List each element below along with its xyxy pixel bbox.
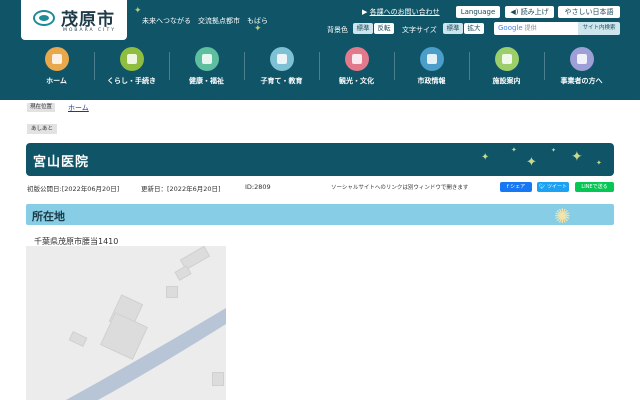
- nav-label: 観光・文化: [339, 77, 374, 85]
- language-button[interactable]: Language: [456, 6, 500, 18]
- nav-label: 事業者の方へ: [560, 77, 603, 85]
- star-icon: ✦: [596, 159, 602, 167]
- google-logo: Google: [498, 24, 523, 32]
- header-wave: [0, 92, 640, 99]
- facebook-share-button[interactable]: f シェア: [500, 182, 532, 192]
- page-id: ID:2809: [245, 183, 271, 191]
- logo-text: 茂原市: [61, 10, 115, 30]
- updated-date: 更新日：[2022年6月20日]: [141, 185, 221, 193]
- sparkle-icon: ✦: [134, 6, 142, 16]
- business-icon: [569, 47, 594, 71]
- background-invert-button[interactable]: 反転: [374, 23, 394, 34]
- tagline-part: もばら: [247, 17, 268, 25]
- breadcrumb-home-link[interactable]: ホーム: [68, 103, 89, 113]
- background-color-label: 背景色: [327, 26, 348, 34]
- background-standard-button[interactable]: 標準: [353, 23, 373, 34]
- nav-item-health[interactable]: 健康・福祉: [169, 44, 244, 90]
- twitter-tweet-button[interactable]: 🐦︎ ツイート: [537, 182, 569, 192]
- nav-item-facilities[interactable]: 施設案内: [469, 44, 544, 90]
- inquiry-link[interactable]: ▶ 各課へのお問い合わせ: [362, 7, 440, 17]
- site-search-button[interactable]: サイト内検索: [578, 22, 620, 35]
- logo-subtext: MOBARA CITY: [63, 28, 117, 33]
- nav-item-childcare[interactable]: 子育て・教育: [244, 44, 319, 90]
- easy-japanese-button[interactable]: やさしい日本語: [558, 6, 620, 18]
- map-river: [66, 308, 226, 400]
- search-input[interactable]: Google 提供: [494, 22, 578, 35]
- flower-icon: [344, 47, 369, 71]
- section-heading-bar: 所在地 ✺: [26, 204, 614, 225]
- read-aloud-label: 読み上げ: [520, 8, 549, 16]
- location-map[interactable]: [26, 246, 226, 400]
- star-icon: ✦: [551, 147, 557, 154]
- nav-label: 子育て・教育: [260, 77, 303, 85]
- nav-item-business[interactable]: 事業者の方へ: [544, 44, 619, 90]
- speaker-icon: ◀): [510, 8, 519, 16]
- page-title-bar: 宮山医院 ✦ ✦ ✦ ✦ ✦ ✦ ✦: [26, 143, 614, 176]
- living-icon: [119, 47, 144, 71]
- nav-item-city-info[interactable]: 市政情報: [394, 44, 469, 90]
- tagline-part: 未来へつながる: [142, 17, 191, 25]
- sun-icon: ✺: [554, 204, 571, 225]
- text-size-standard-button[interactable]: 標準: [443, 23, 463, 34]
- star-icon: ✦: [571, 149, 583, 165]
- text-size-label: 文字サイズ: [402, 26, 437, 34]
- nav-label: 施設案内: [492, 77, 521, 85]
- breadcrumb-label: 現在位置: [27, 103, 56, 112]
- section-title: 所在地: [32, 210, 65, 223]
- building-icon: [494, 47, 519, 71]
- text-size-large-button[interactable]: 拡大: [464, 23, 484, 34]
- nav-item-tourism[interactable]: 観光・文化: [319, 44, 394, 90]
- home-icon: [44, 47, 69, 71]
- nav-item-home[interactable]: ホーム: [19, 44, 94, 90]
- facebook-share-label: シェア: [510, 184, 526, 190]
- line-send-button[interactable]: LINEで送る: [575, 182, 614, 192]
- sns-note: ソーシャルサイトへのリンクは別ウィンドウで開きます: [331, 185, 469, 191]
- nav-label: ホーム: [46, 77, 67, 85]
- site-header: 茂原市 MOBARA CITY ✦ ✦ 未来へつながる 交流拠点都市 もばら ▶ 各…: [0, 0, 640, 100]
- childcare-icon: [269, 47, 294, 71]
- read-aloud-button[interactable]: ◀) 読み上げ: [505, 6, 554, 18]
- search-placeholder: 提供: [524, 25, 537, 32]
- nav-label: 健康・福祉: [189, 77, 224, 85]
- nav-item-living[interactable]: くらし・手続き: [94, 44, 169, 90]
- nav-label: 市政情報: [417, 77, 446, 85]
- city-tagline: 未来へつながる 交流拠点都市 もばら: [142, 16, 275, 26]
- star-icon: ✦: [526, 155, 537, 170]
- city-info-icon: [419, 47, 444, 71]
- published-date: 初版公開日:[2022年06月20日]: [27, 185, 120, 193]
- twitter-icon: 🐦︎: [539, 184, 546, 190]
- page-title: 宮山医院: [33, 155, 90, 170]
- footprint-label: あしあと: [27, 124, 58, 134]
- star-icon: ✦: [511, 146, 517, 154]
- inquiry-label: 各課へのお問い合わせ: [369, 8, 440, 16]
- site-logo[interactable]: 茂原市 MOBARA CITY: [21, 0, 127, 40]
- facebook-icon: f: [506, 184, 509, 190]
- twitter-tweet-label: ツイート: [546, 184, 567, 190]
- star-icon: ✦: [481, 152, 490, 163]
- health-icon: [194, 47, 219, 71]
- tagline-part: 交流拠点都市: [198, 17, 240, 25]
- nav-label: くらし・手続き: [107, 77, 156, 85]
- city-emblem-icon: [33, 10, 55, 26]
